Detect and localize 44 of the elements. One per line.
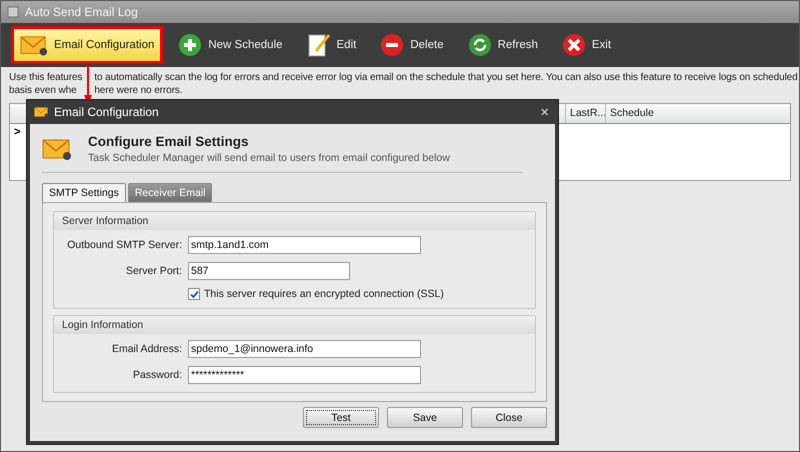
checkbox-label: This server requires an encrypted connection (SSL) (204, 288, 444, 300)
field-label: Email Address: (110, 343, 182, 355)
input-field[interactable]: ************* (188, 366, 421, 384)
refresh-icon (468, 33, 492, 57)
dialog-button[interactable]: Test (303, 407, 379, 428)
checkbox[interactable] (188, 288, 200, 300)
close-icon[interactable]: × (540, 104, 555, 120)
toolbar-button[interactable]: Delete (371, 26, 453, 64)
group-title: Login Information (54, 316, 535, 334)
envelope-gear-icon (20, 34, 48, 56)
field-label: Outbound SMTP Server: (66, 239, 182, 251)
row-indicator: > (14, 126, 20, 138)
delete-icon (380, 33, 404, 57)
column-header[interactable]: Schedule (605, 104, 790, 123)
description-text: to automatically scan the log for errors and receive error log via email on the schedule that you set here. You can also use this feature to receive logs on scheduled (94, 71, 798, 84)
toolbar-button[interactable]: Exit (552, 26, 620, 64)
dialog-button[interactable]: Save (387, 407, 463, 428)
description-text: Use this features (9, 71, 82, 84)
toolbar-button[interactable]: New Schedule (169, 26, 292, 64)
dialog-heading: Configure Email Settings (88, 134, 250, 149)
toolbar-button[interactable]: Edit (298, 26, 366, 64)
tab[interactable]: Receiver Email (128, 183, 212, 202)
description-text: here were no errors. (94, 84, 184, 97)
input-field[interactable]: smtp.1and1.com (188, 236, 421, 254)
column-header[interactable]: LastR... (565, 104, 605, 123)
dialog-subtitle: Task Scheduler Manager will send email to users from email configured below (88, 152, 450, 164)
app-icon (7, 6, 19, 18)
input-field[interactable]: spdemo_1@innowera.info (188, 340, 421, 358)
envelope-icon (34, 106, 49, 118)
dialog-button[interactable]: Close (471, 407, 547, 428)
field-label: Server Port: (124, 265, 182, 277)
close-icon (562, 33, 586, 57)
window-title: Auto Send Email Log (25, 5, 138, 19)
input-field[interactable]: 587 (188, 262, 350, 280)
group-title: Server Information (54, 212, 535, 230)
dialog-title: Email Configuration (54, 105, 160, 119)
edit-icon (306, 32, 331, 58)
tab[interactable]: SMTP Settings (42, 183, 126, 202)
envelope-gear-icon (42, 137, 72, 161)
add-icon (178, 33, 202, 57)
field-label: Password: (132, 369, 182, 381)
toolbar-button[interactable]: Refresh (458, 26, 547, 64)
toolbar-button[interactable]: Email Configuration (11, 26, 164, 64)
description-text: basis even whe (9, 84, 78, 97)
